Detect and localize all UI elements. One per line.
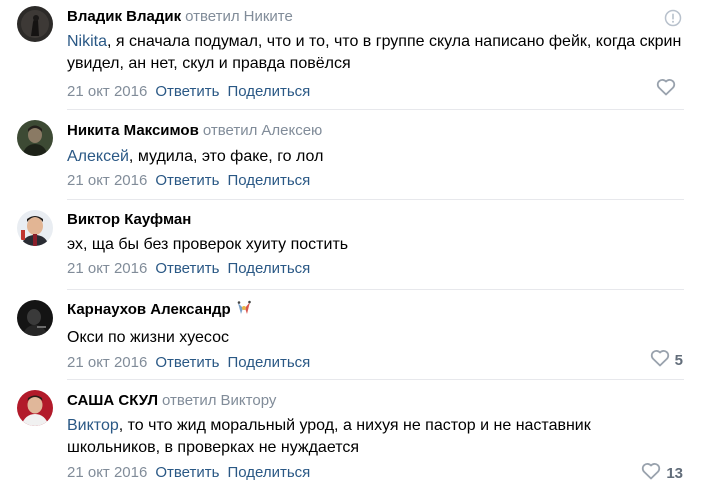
- comment-meta: 21 окт 2016 Ответить Поделиться: [67, 354, 684, 372]
- comment-text: Алексей, мудила, это факе, го лол: [67, 146, 684, 168]
- comment-meta: 21 окт 2016 Ответить Поделиться: [67, 172, 684, 190]
- author-name[interactable]: Карнаухов Александр: [67, 301, 231, 318]
- comment-date[interactable]: 21 окт 2016: [67, 354, 147, 371]
- like-button[interactable]: 13: [641, 462, 683, 485]
- share-button[interactable]: Поделиться: [227, 464, 310, 481]
- reply-word: ответил: [162, 392, 217, 409]
- author-name[interactable]: Виктор Кауфман: [67, 211, 191, 228]
- mention-link[interactable]: Виктор: [67, 417, 119, 434]
- reply-button[interactable]: Ответить: [155, 354, 219, 371]
- comment-header: Никита Максимов ответил Алексею: [67, 122, 684, 140]
- reply-to-name[interactable]: Никите: [244, 8, 293, 25]
- avatar[interactable]: [17, 300, 53, 336]
- comment-date[interactable]: 21 окт 2016: [67, 464, 147, 481]
- mention-link[interactable]: Алексей: [67, 148, 129, 165]
- comment-text: Окси по жизни хуесос: [67, 327, 684, 349]
- reply-button[interactable]: Ответить: [155, 464, 219, 481]
- avatar[interactable]: [17, 6, 53, 42]
- share-button[interactable]: Поделиться: [227, 260, 310, 277]
- share-button[interactable]: Поделиться: [227, 172, 310, 189]
- comment-header: Виктор Кауфман: [67, 211, 684, 229]
- comment-header: Владик Владик ответил Никите: [67, 8, 684, 26]
- comment-text-content: Окси по жизни хуесос: [67, 329, 230, 346]
- gift-badge-icon[interactable]: [235, 300, 253, 321]
- avatar[interactable]: [17, 390, 53, 426]
- comment-date[interactable]: 21 окт 2016: [67, 83, 147, 100]
- author-name[interactable]: Владик Владик: [67, 8, 181, 25]
- reply-word: ответил: [202, 122, 258, 139]
- comment-body: САША СКУЛ ответил Виктору Виктор, то что ж…: [67, 392, 684, 482]
- author-name[interactable]: Никита Максимов: [67, 122, 199, 139]
- mention-link[interactable]: Nikita: [67, 33, 107, 50]
- comment-text-content: эх, ща бы без проверок хуиту постить: [67, 236, 349, 253]
- reply-word: ответил: [185, 8, 240, 25]
- share-button[interactable]: Поделиться: [227, 83, 310, 100]
- like-button[interactable]: 5: [650, 349, 683, 372]
- comment-text-content: , я сначала подумал, что и то, что в гру…: [67, 33, 682, 72]
- reply-button[interactable]: Ответить: [155, 172, 219, 189]
- comment-date[interactable]: 21 окт 2016: [67, 260, 147, 277]
- comment-header: Карнаухов Александр: [67, 300, 684, 321]
- share-button[interactable]: Поделиться: [227, 354, 310, 371]
- comment-body: Никита Максимов ответил Алексею Алексей, м…: [67, 122, 684, 190]
- author-name[interactable]: САША СКУЛ: [67, 392, 158, 409]
- avatar[interactable]: [17, 210, 53, 246]
- reply-button[interactable]: Ответить: [155, 260, 219, 277]
- comment-text: Nikita, я сначала подумал, что и то, что…: [67, 31, 684, 75]
- reply-to-name[interactable]: Алексею: [261, 122, 322, 139]
- reply-to-name[interactable]: Виктору: [221, 392, 277, 409]
- comment-date[interactable]: 21 окт 2016: [67, 172, 147, 189]
- comment-text-content: , то что жид моральный урод, а нихуя не …: [67, 417, 591, 456]
- comment-body: Владик Владик ответил Никите Nikita, я сна…: [67, 8, 684, 101]
- comment-header: САША СКУЛ ответил Виктору: [67, 392, 684, 410]
- comment-divider: [67, 379, 684, 380]
- comment-body: Карнаухов Александр Окси по жизни хуесос…: [67, 300, 684, 372]
- heart-icon: [641, 462, 661, 485]
- comment-divider: [67, 109, 684, 110]
- like-button[interactable]: [656, 78, 681, 101]
- comment-meta: 21 окт 2016 Ответить Поделиться: [67, 464, 684, 482]
- comment-divider: [67, 289, 684, 290]
- heart-icon: [656, 78, 676, 101]
- reply-button[interactable]: Ответить: [155, 83, 219, 100]
- comment-text-content: , мудила, это факе, го лол: [128, 148, 324, 165]
- comment-divider: [67, 199, 684, 200]
- like-count: 5: [674, 351, 683, 369]
- like-count: 13: [666, 464, 683, 482]
- avatar[interactable]: [17, 120, 53, 156]
- heart-icon: [650, 349, 670, 372]
- comment-meta: 21 окт 2016 Ответить Поделиться: [67, 260, 684, 278]
- comment-text: эх, ща бы без проверок хуиту постить: [67, 234, 684, 256]
- comment-body: Виктор Кауфман эх, ща бы без проверок ху…: [67, 211, 684, 278]
- comment-meta: 21 окт 2016 Ответить Поделиться: [67, 83, 684, 101]
- comment-text: Виктор, то что жид моральный урод, а них…: [67, 415, 684, 459]
